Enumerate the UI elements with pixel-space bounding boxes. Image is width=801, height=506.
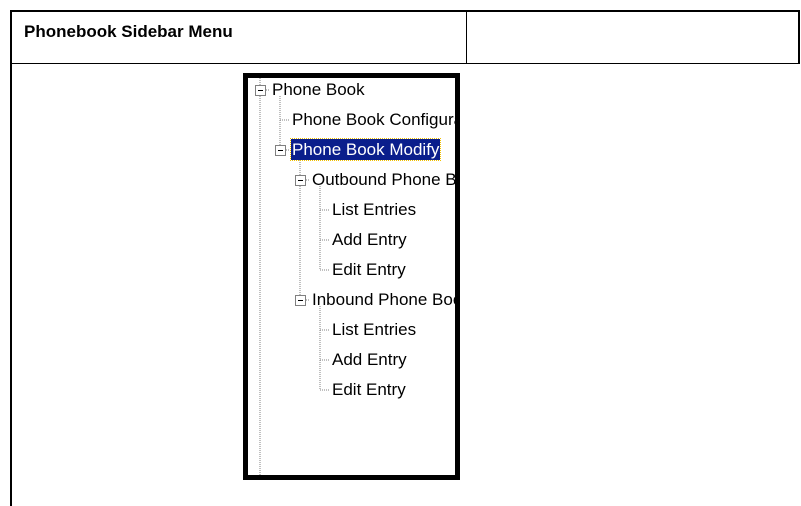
tree-item-label[interactable]: Add Entry	[331, 349, 408, 370]
collapse-toggle-icon[interactable]	[295, 175, 306, 186]
tree-item-label[interactable]: Outbound Phone Book	[311, 169, 455, 190]
collapse-toggle-icon[interactable]	[275, 145, 286, 156]
tree-item-label[interactable]: List Entries	[331, 319, 417, 340]
tree-item-label[interactable]: Phone Book Modify	[289, 138, 442, 161]
table-border-top	[10, 10, 800, 12]
collapse-toggle-icon[interactable]	[295, 295, 306, 306]
tree-item-label[interactable]: Phone Book Configuration	[291, 109, 455, 130]
tree-item-label[interactable]: Add Entry	[331, 229, 408, 250]
table-border-left	[10, 10, 12, 506]
tree-item-label[interactable]: List Entries	[331, 199, 417, 220]
collapse-toggle-icon[interactable]	[255, 85, 266, 96]
table-column-divider	[466, 10, 467, 64]
phonebook-tree-view[interactable]: Phone Book Phone Book Configuration Phone …	[243, 73, 460, 480]
tree-item-label[interactable]: Edit Entry	[331, 379, 407, 400]
tree-item-label[interactable]: Edit Entry	[331, 259, 407, 280]
table-header-title: Phonebook Sidebar Menu	[24, 22, 233, 41]
table-row-divider	[10, 63, 800, 64]
tree-item-label[interactable]: Phone Book	[271, 79, 366, 100]
table-border-right	[798, 10, 800, 64]
tree-item-label[interactable]: Inbound Phone Book	[311, 289, 455, 310]
